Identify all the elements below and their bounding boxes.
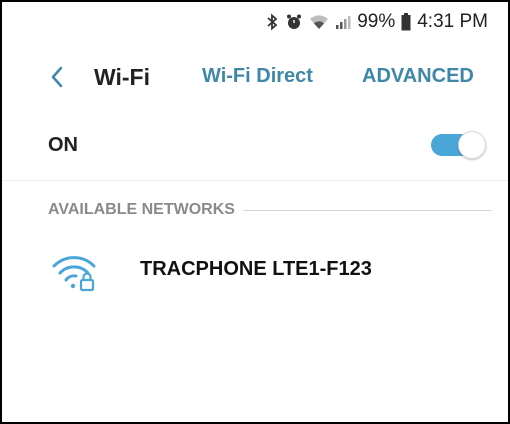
wifi-direct-button[interactable]: Wi-Fi Direct [202, 65, 313, 88]
status-bar: 99% 4:31 PM [2, 2, 508, 42]
battery-percent: 99% [357, 11, 396, 32]
page-title: Wi-Fi [94, 64, 150, 90]
section-divider [242, 209, 492, 211]
toggle-knob [458, 131, 486, 159]
signal-icon [335, 14, 351, 30]
phone-screen: 99% 4:31 PM Wi-Fi Wi-Fi Direct ADVANCED … [0, 0, 510, 424]
wifi-status-icon [309, 14, 329, 30]
battery-icon [401, 13, 411, 31]
network-name: TRACPHONE LTE1-F123 [140, 258, 372, 280]
wifi-toggle-row[interactable]: ON [2, 120, 508, 170]
alarm-icon [285, 13, 303, 31]
wifi-toggle-switch[interactable] [431, 131, 486, 159]
network-list-item[interactable]: TRACPHONE LTE1-F123 [2, 240, 508, 298]
back-button[interactable] [44, 61, 70, 93]
divider [2, 180, 508, 181]
header: Wi-Fi Wi-Fi Direct ADVANCED [2, 52, 508, 102]
status-time: 4:31 PM [417, 11, 488, 32]
bluetooth-icon [265, 13, 279, 31]
wifi-locked-icon [52, 256, 96, 292]
available-networks-header: AVAILABLE NETWORKS [48, 198, 492, 222]
wifi-toggle-label: ON [48, 134, 78, 156]
chevron-left-icon [51, 66, 63, 88]
advanced-button[interactable]: ADVANCED [362, 65, 474, 88]
section-title: AVAILABLE NETWORKS [48, 201, 235, 218]
